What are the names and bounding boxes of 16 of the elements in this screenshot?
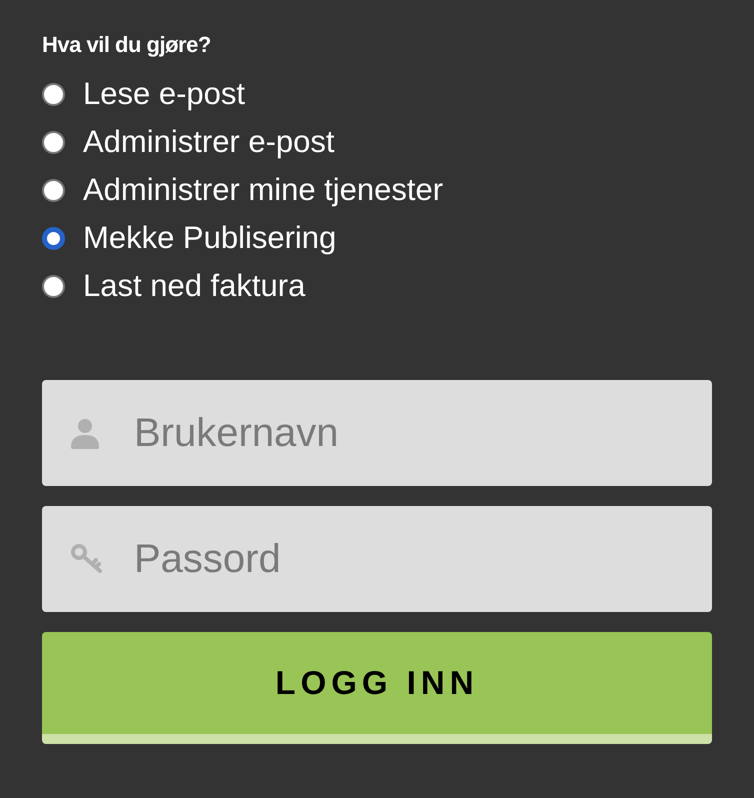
option-label: Mekke Publisering [83,219,336,257]
login-button[interactable]: LOGG INN [42,632,712,744]
key-icon [70,543,104,575]
question-heading: Hva vil du gjøre? [42,31,212,59]
password-field[interactable]: Passord [42,506,712,612]
option-label: Administrer mine tjenester [83,171,444,209]
radio-button[interactable] [42,178,65,202]
radio-button[interactable] [42,82,65,106]
username-field[interactable]: Brukernavn [42,380,712,486]
option-label: Lese e-post [83,75,245,113]
option-label: Last ned faktura [83,267,306,305]
radio-button[interactable] [42,274,65,298]
radio-button[interactable] [42,226,65,250]
user-icon [70,417,100,449]
option-label: Administrer e-post [83,123,335,161]
radio-button[interactable] [42,130,65,154]
